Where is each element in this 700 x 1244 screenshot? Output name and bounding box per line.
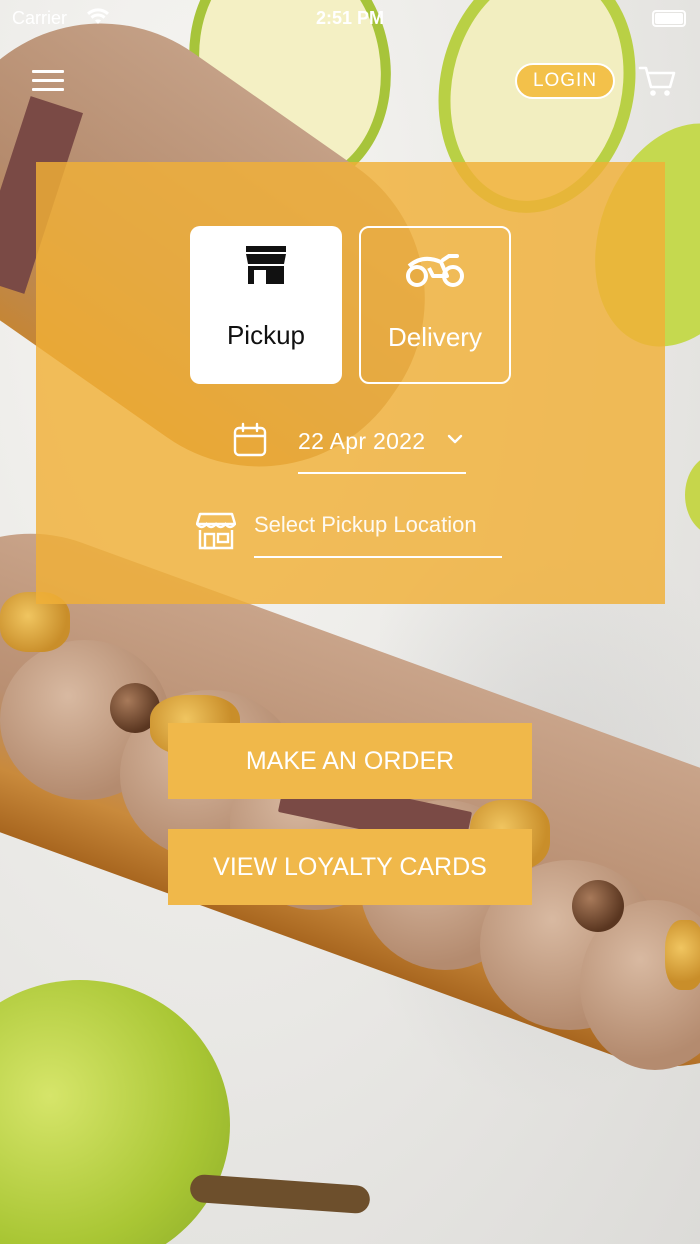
- battery-icon: [652, 10, 686, 27]
- storefront-icon: [195, 510, 237, 555]
- pickup-option[interactable]: Pickup: [190, 226, 342, 384]
- date-field[interactable]: 22 Apr 2022: [298, 420, 466, 474]
- pickup-location-selector[interactable]: Select Pickup Location: [195, 506, 506, 562]
- pickup-location-placeholder: Select Pickup Location: [254, 512, 477, 537]
- motorbike-icon: [403, 244, 467, 292]
- status-bar: Carrier 2:51 PM: [0, 0, 700, 36]
- store-icon: [242, 242, 290, 290]
- date-value: 22 Apr 2022: [298, 428, 426, 454]
- date-selector[interactable]: 22 Apr 2022: [232, 420, 472, 476]
- order-options-panel: Pickup Delivery 22 Apr 2022 Select Picku…: [36, 162, 665, 604]
- view-loyalty-cards-button[interactable]: VIEW LOYALTY CARDS: [168, 829, 532, 905]
- delivery-label: Delivery: [388, 322, 482, 352]
- cart-icon[interactable]: [638, 64, 678, 100]
- hamburger-menu-icon[interactable]: [32, 70, 64, 92]
- pickup-label: Pickup: [226, 320, 306, 350]
- make-order-button[interactable]: MAKE AN ORDER: [168, 723, 532, 799]
- pickup-location-field[interactable]: Select Pickup Location: [254, 506, 502, 558]
- calendar-icon: [232, 422, 268, 463]
- delivery-option[interactable]: Delivery: [359, 226, 511, 384]
- clock: 2:51 PM: [315, 8, 385, 28]
- login-button[interactable]: LOGIN: [515, 63, 615, 99]
- chevron-down-icon[interactable]: [446, 430, 464, 453]
